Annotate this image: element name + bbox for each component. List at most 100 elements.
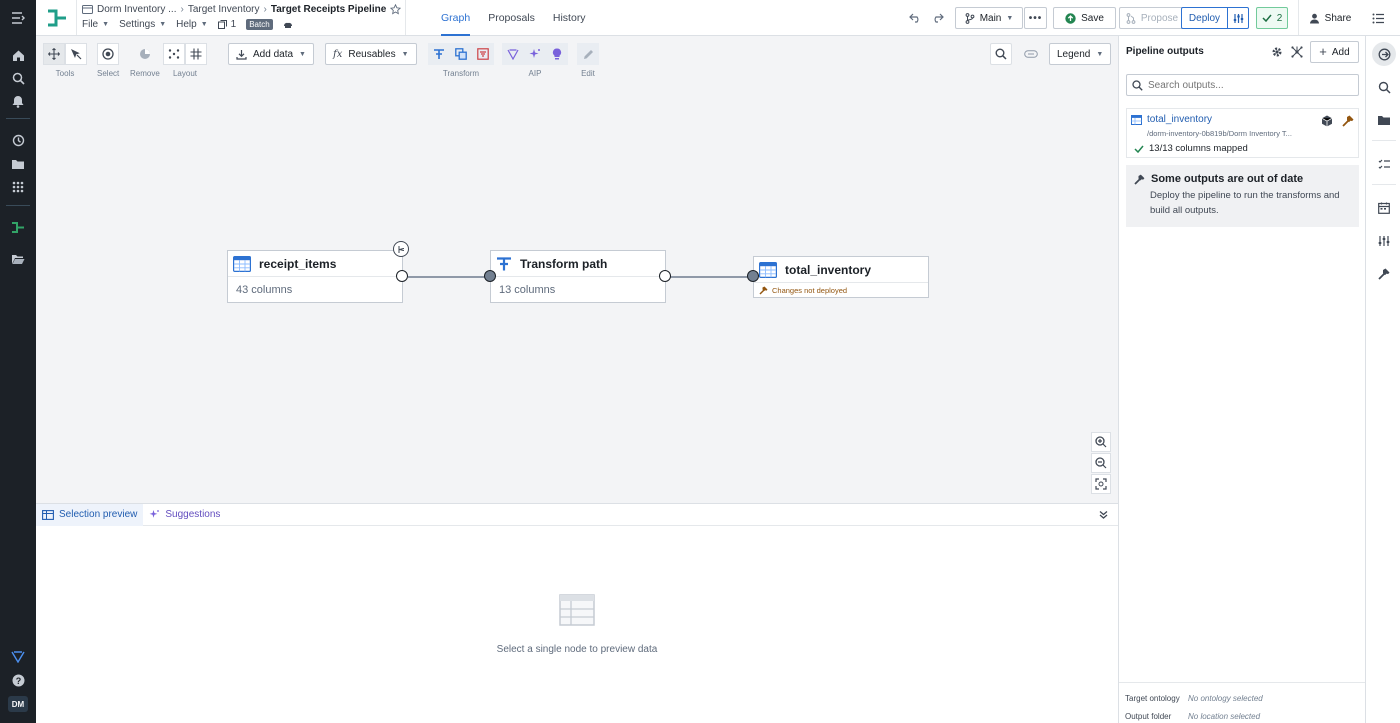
apps-grid-icon[interactable] xyxy=(6,175,30,199)
output-build-button[interactable] xyxy=(1341,114,1355,128)
node-transform-path[interactable]: Transform path 13 columns xyxy=(490,250,666,303)
open-folder-icon[interactable] xyxy=(6,247,30,271)
link-toggle-button[interactable] xyxy=(1020,43,1042,65)
canvas-search-button[interactable] xyxy=(990,43,1012,65)
bottom-panel: Selection preview Suggestions Select a s… xyxy=(36,503,1118,723)
edit-button[interactable] xyxy=(577,43,599,65)
target-ontology-value[interactable]: No ontology selected xyxy=(1188,694,1263,703)
compute-icon[interactable] xyxy=(283,20,293,29)
home-icon[interactable] xyxy=(6,43,30,67)
add-output-button[interactable]: + Add xyxy=(1310,41,1359,63)
aip-icon[interactable] xyxy=(6,645,30,669)
more-horizontal-icon: ••• xyxy=(1028,12,1043,24)
menu-help[interactable]: Help ▼ xyxy=(176,19,208,30)
select-button[interactable] xyxy=(97,43,120,65)
filter-button[interactable] xyxy=(472,43,494,65)
output-name-link[interactable]: total_inventory xyxy=(1147,114,1212,125)
zoom-in-button[interactable] xyxy=(1091,432,1111,452)
node-output-port[interactable] xyxy=(659,270,671,282)
pipeline-logo-icon[interactable] xyxy=(44,5,70,31)
graph-canvas[interactable]: Tools Select Remove Layout Add data ▼ fx… xyxy=(36,36,1118,503)
propose-button[interactable]: Propose xyxy=(1119,7,1185,29)
transform-path-button[interactable] xyxy=(428,43,450,65)
chevron-right-icon: › xyxy=(263,4,267,15)
output-object-button[interactable] xyxy=(1320,114,1334,128)
join-button[interactable] xyxy=(450,43,472,65)
output-card-total-inventory[interactable]: total_inventory /dorm-inventory-0b819b/D… xyxy=(1126,108,1359,158)
zoom-in-icon xyxy=(1095,436,1107,448)
tab-selection-preview[interactable]: Selection preview xyxy=(36,503,144,526)
pipeline-count[interactable]: 1 xyxy=(217,19,236,30)
tab-graph[interactable]: Graph xyxy=(432,0,479,36)
menu-toggle-icon[interactable] xyxy=(6,6,30,30)
pipeline-outputs-toggle[interactable] xyxy=(1372,42,1396,66)
pipeline-builder-icon[interactable] xyxy=(6,215,30,239)
fit-to-screen-button[interactable] xyxy=(1091,474,1111,494)
dataset-table-icon xyxy=(1131,115,1142,125)
tab-history[interactable]: History xyxy=(544,0,595,35)
tab-proposals[interactable]: Proposals xyxy=(479,0,544,35)
aip-sparkle-button[interactable] xyxy=(524,43,546,65)
node-input-port[interactable] xyxy=(747,270,759,282)
document-stack-icon xyxy=(217,20,227,29)
redo-button[interactable] xyxy=(926,7,948,29)
add-data-dropdown[interactable]: Add data ▼ xyxy=(228,43,314,65)
folder-icon[interactable] xyxy=(1372,108,1396,132)
bottom-tabs: Selection preview Suggestions xyxy=(36,503,1118,526)
dataset-table-icon xyxy=(759,261,777,278)
auto-layout-button[interactable] xyxy=(163,43,185,65)
folder-icon[interactable] xyxy=(6,152,30,176)
search-icon[interactable] xyxy=(1372,75,1396,99)
node-input-port[interactable] xyxy=(484,270,496,282)
panel-network-button[interactable] xyxy=(1289,44,1305,60)
branch-node-button[interactable] xyxy=(393,241,409,257)
grid-layout-button[interactable] xyxy=(185,43,207,65)
star-icon[interactable] xyxy=(390,4,402,15)
remove-button[interactable] xyxy=(134,43,156,65)
node-total-inventory[interactable]: total_inventory Changes not deployed xyxy=(753,256,929,298)
output-folder-value[interactable]: No location selected xyxy=(1188,712,1260,721)
breadcrumb-item-project[interactable]: Dorm Inventory ... xyxy=(97,4,176,15)
pan-tool-button[interactable] xyxy=(43,43,65,65)
select-tool-button[interactable] xyxy=(65,43,87,65)
branch-selector[interactable]: Main ▼ xyxy=(955,7,1023,29)
reusables-dropdown[interactable]: fx Reusables ▼ xyxy=(325,43,417,65)
callout-text: Deploy the pipeline to run the transform… xyxy=(1150,190,1340,216)
node-receipt-items[interactable]: receipt_items 43 columns xyxy=(227,250,403,303)
aip-suggest-button[interactable] xyxy=(546,43,568,65)
help-icon[interactable]: ? xyxy=(6,668,30,692)
add-output-label: Add xyxy=(1331,46,1350,58)
deploy-button[interactable]: Deploy xyxy=(1181,7,1228,29)
save-button[interactable]: Save xyxy=(1053,7,1116,29)
zoom-out-icon xyxy=(1095,457,1107,469)
pipeline-title[interactable]: Target Receipts Pipeline xyxy=(271,4,386,15)
collapse-panel-button[interactable] xyxy=(1096,508,1110,522)
checklist-icon[interactable] xyxy=(1372,152,1396,176)
menu-file[interactable]: File ▼ xyxy=(82,19,109,30)
list-menu-button[interactable] xyxy=(1366,7,1390,29)
legend-dropdown[interactable]: Legend ▼ xyxy=(1049,43,1111,65)
caret-down-icon: ▼ xyxy=(1006,14,1014,22)
menu-settings[interactable]: Settings ▼ xyxy=(119,19,166,30)
search-outputs-input[interactable] xyxy=(1148,79,1348,91)
deploy-settings-button[interactable] xyxy=(1227,7,1249,29)
history-icon[interactable] xyxy=(6,128,30,152)
checks-button[interactable]: 2 xyxy=(1256,7,1288,29)
node-output-port[interactable] xyxy=(396,270,408,282)
panel-settings-button[interactable] xyxy=(1269,44,1285,60)
aip-logic-button[interactable] xyxy=(502,43,524,65)
user-avatar[interactable]: DM xyxy=(8,696,28,712)
hammer-icon[interactable] xyxy=(1372,262,1396,286)
search-icon[interactable] xyxy=(6,66,30,90)
notifications-bell-icon[interactable] xyxy=(6,89,30,113)
calendar-icon[interactable] xyxy=(1372,196,1396,220)
zoom-out-button[interactable] xyxy=(1091,453,1111,473)
more-options-button[interactable]: ••• xyxy=(1024,7,1047,29)
dataset-table-icon xyxy=(233,255,251,272)
undo-button[interactable] xyxy=(904,7,926,29)
menu-file-label: File xyxy=(82,19,99,30)
tab-suggestions[interactable]: Suggestions xyxy=(143,504,226,526)
breadcrumb-item-folder[interactable]: Target Inventory xyxy=(188,4,260,15)
sliders-icon[interactable] xyxy=(1372,229,1396,253)
share-button[interactable]: Share xyxy=(1306,7,1354,29)
